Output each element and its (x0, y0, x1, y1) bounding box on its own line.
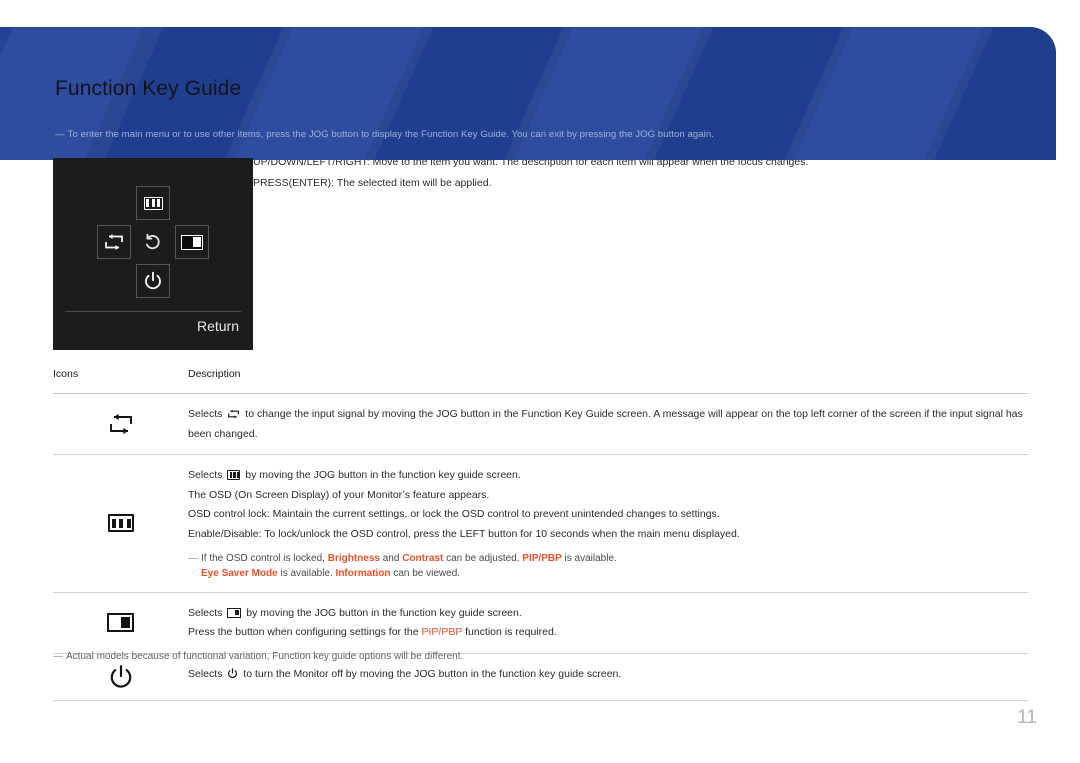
note-dash: — (55, 129, 65, 140)
row2-line-4: Enable/Disable: To lock/unlock the OSD c… (188, 527, 740, 540)
column-header-description: Description (188, 368, 241, 380)
osd-source-button[interactable] (97, 225, 131, 259)
table-row: Selects by moving the JOG button in the … (53, 593, 1028, 654)
note-a-1: If the OSD control is locked, (201, 552, 325, 564)
highlight-contrast: Contrast (402, 552, 444, 564)
row1-text-after: to change the input signal by moving the… (188, 408, 1023, 440)
source-icon (109, 413, 132, 435)
intro-line-2: PRESS(ENTER): The selected item will be … (253, 177, 492, 189)
power-icon (227, 667, 238, 679)
note-dash: — (188, 552, 198, 564)
menu-icon (227, 470, 241, 481)
osd-divider (65, 311, 241, 312)
row3-line2-a: Press the button when configuring settin… (188, 626, 419, 639)
row-description-cell: Selects to turn the Monitor off by movin… (188, 664, 1028, 690)
row4-text-before: Selects (188, 667, 223, 680)
page-number: 11 (1017, 707, 1037, 728)
header-note: — To enter the main menu or to use other … (55, 129, 714, 140)
pip-pbp-icon (107, 613, 134, 633)
osd-back-button[interactable] (136, 225, 170, 259)
row-icon-cell (53, 465, 188, 581)
row2-line-1: Selects by moving the JOG button in the … (188, 466, 1028, 486)
row-description-cell: Selects to change the input signal by mo… (188, 404, 1028, 444)
row3-text-after: by moving the JOG button in the function… (246, 606, 522, 619)
highlight-eye-saver-mode: Eye Saver Mode (201, 568, 278, 580)
table-header-row: Icons Description (53, 368, 1028, 394)
row2-line-2: The OSD (On Screen Display) of your Moni… (188, 488, 490, 501)
row-description-cell: Selects by moving the JOG button in the … (188, 465, 1028, 581)
highlight-information: Information (335, 568, 391, 580)
note-b-1: is available. (280, 568, 333, 580)
row4-line-1: Selects to turn the Monitor off by movin… (188, 665, 1028, 685)
highlight-pip-pbp: PIP/PBP (421, 626, 463, 639)
osd-menu-button[interactable] (136, 186, 170, 220)
note-a-3: can be adjusted. (446, 552, 520, 564)
header-note-text: To enter the main menu or to use other i… (67, 129, 714, 140)
source-icon (105, 234, 123, 250)
row2-text-before: Selects (188, 469, 223, 482)
footnote-text: Actual models because of functional vari… (66, 651, 464, 662)
note-a-2: and (382, 552, 400, 564)
highlight-pip-pbp: PIP/PBP (522, 552, 562, 564)
note-a-4: is available. (564, 552, 617, 564)
row2-line-3: OSD control lock: Maintain the current s… (188, 508, 720, 521)
row1-description: Selects to change the input signal by mo… (188, 405, 1028, 444)
pip-pbp-icon (181, 234, 203, 250)
document-page: UP/DOWN/LEFT/RIGHT: Move to the item you… (0, 0, 1080, 763)
row1-text-before: Selects (188, 408, 223, 420)
page-title: Function Key Guide (55, 77, 242, 100)
osd-return-label: Return (196, 318, 239, 334)
osd-function-key-guide-panel: Return (53, 158, 253, 350)
note-b-2: can be viewed. (393, 568, 461, 580)
row-icon-cell (53, 603, 188, 643)
back-arrow-icon (146, 233, 160, 250)
table-row: Selects to change the input signal by mo… (53, 394, 1028, 456)
page-footnote: — Actual models because of functional var… (53, 651, 463, 662)
menu-icon (143, 196, 163, 210)
row3-line-1: Selects by moving the JOG button in the … (188, 604, 1028, 624)
row2-note-line-2: Eye Saver Mode is available. Information… (188, 566, 1028, 582)
note-dash: — (53, 651, 63, 662)
power-icon (110, 664, 131, 688)
row2-note-line-1: — If the OSD control is locked, Brightnes… (188, 551, 1028, 567)
row2-note-block: — If the OSD control is locked, Brightnes… (188, 551, 1028, 582)
osd-pip-pbp-button[interactable] (175, 225, 209, 259)
power-icon (145, 271, 161, 290)
osd-power-button[interactable] (136, 264, 170, 298)
row3-text-before: Selects (188, 606, 223, 619)
menu-icon (107, 514, 134, 533)
row3-line-2: Press the button when configuring settin… (188, 623, 1028, 643)
row-description-cell: Selects by moving the JOG button in the … (188, 603, 1028, 643)
row3-line2-b: function is required. (465, 626, 557, 639)
column-header-icons: Icons (53, 368, 79, 380)
table-row: Selects by moving the JOG button in the … (53, 455, 1028, 593)
row-icon-cell (53, 404, 188, 444)
row4-text-after: to turn the Monitor off by moving the JO… (243, 667, 622, 680)
row2-text-after: by moving the JOG button in the function… (245, 469, 521, 482)
source-icon (227, 409, 240, 419)
highlight-brightness: Brightness (327, 552, 380, 564)
row-icon-cell (53, 664, 188, 690)
pip-pbp-icon (227, 607, 242, 618)
osd-button-grid (53, 172, 253, 302)
